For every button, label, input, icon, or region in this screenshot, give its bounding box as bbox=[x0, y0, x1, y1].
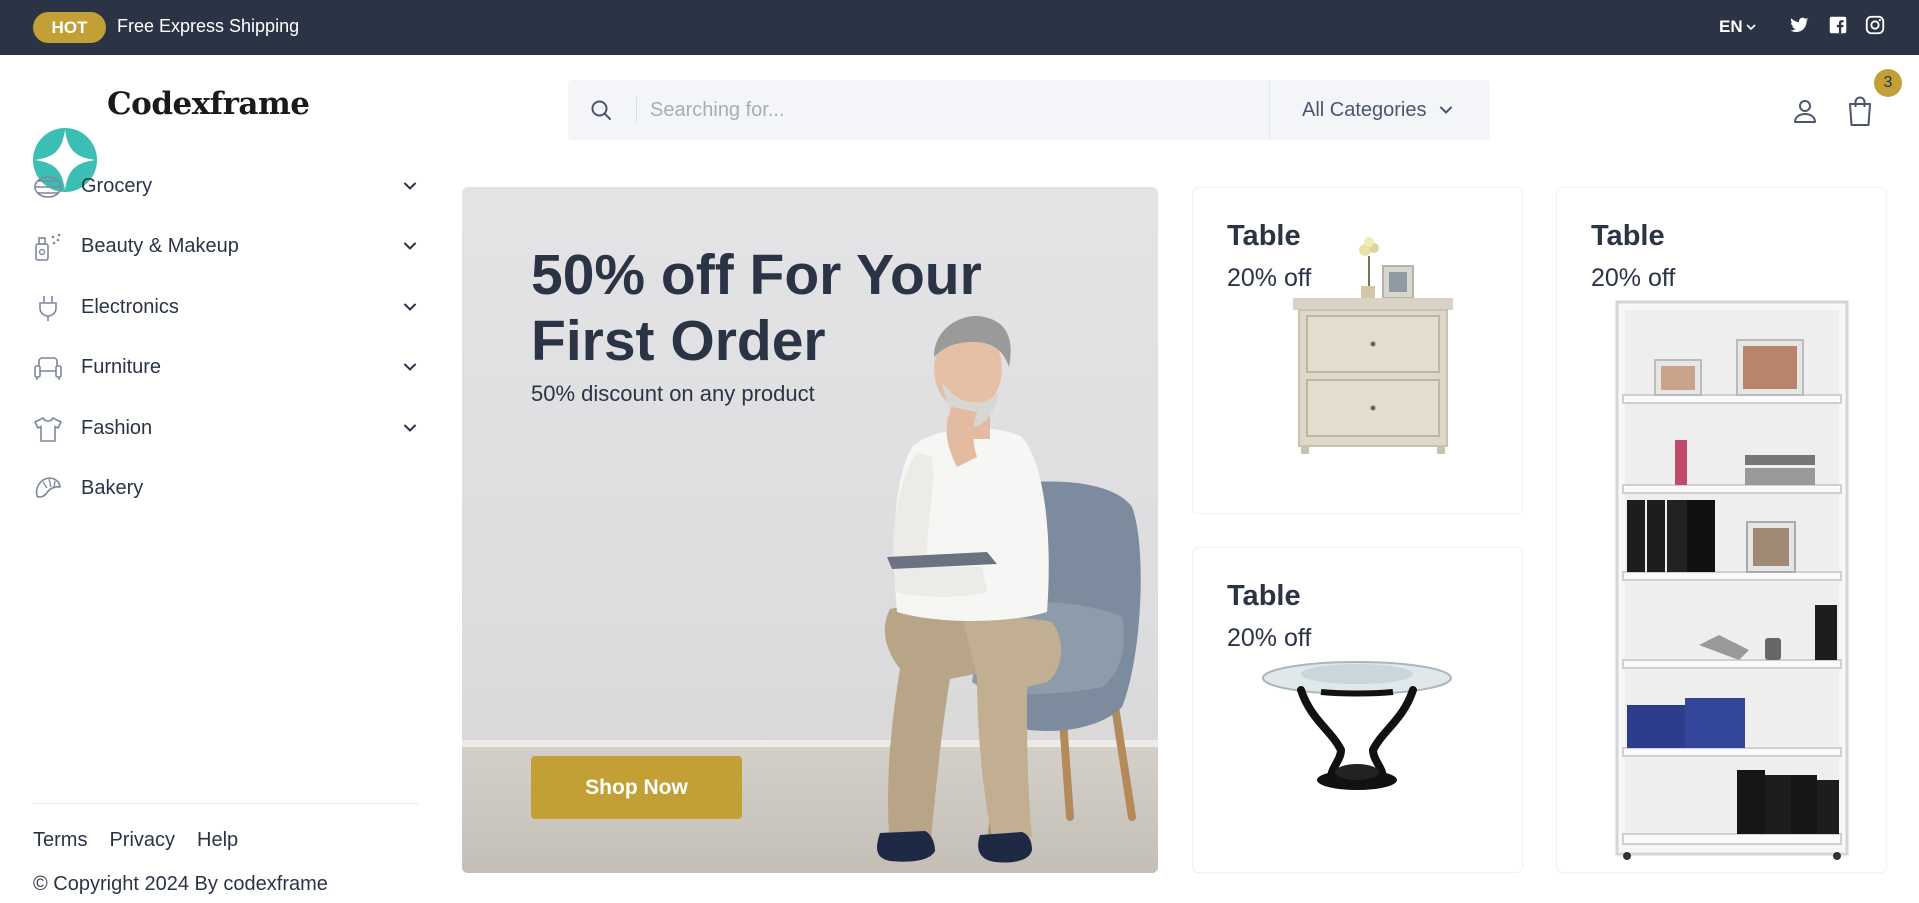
sidebar-divider bbox=[33, 803, 418, 804]
promo-card-bookshelf[interactable]: Table 20% off bbox=[1556, 187, 1887, 873]
chevron-down-icon[interactable] bbox=[402, 299, 418, 315]
card-subtitle: 20% off bbox=[1227, 624, 1312, 652]
copyright-text: © Copyright 2024 By codexframe bbox=[33, 873, 328, 895]
search-bar: All Categories bbox=[568, 80, 1490, 140]
sidebar-item-label: Electronics bbox=[81, 296, 179, 318]
search-icon[interactable] bbox=[589, 98, 613, 122]
chevron-down-icon[interactable] bbox=[402, 238, 418, 254]
top-bar: HOT Free Express Shipping EN bbox=[0, 0, 1919, 55]
grocery-icon bbox=[34, 176, 62, 198]
category-select-label: All Categories bbox=[1302, 98, 1427, 121]
croissant-icon bbox=[35, 477, 61, 498]
privacy-link[interactable]: Privacy bbox=[109, 829, 175, 852]
header: Codexframe All Categories 3 bbox=[0, 55, 1919, 192]
glass-table-image bbox=[1262, 661, 1452, 790]
sidebar-item-label: Beauty & Makeup bbox=[81, 235, 239, 257]
card-subtitle: 20% off bbox=[1591, 264, 1676, 292]
plug-icon bbox=[39, 296, 57, 321]
promo-text: Free Express Shipping bbox=[117, 16, 300, 36]
sidebar-item-label: Bakery bbox=[81, 477, 144, 499]
beauty-icon bbox=[35, 233, 61, 261]
sidebar-item-electronics[interactable]: Electronics bbox=[33, 287, 418, 327]
chevron-down-icon[interactable] bbox=[402, 178, 418, 194]
chevron-down-icon bbox=[1439, 106, 1452, 114]
user-icon[interactable] bbox=[1791, 97, 1819, 125]
sidebar-item-bakery[interactable]: Bakery bbox=[33, 468, 418, 508]
promo-card-nightstand[interactable]: Table 20% off bbox=[1192, 187, 1523, 514]
chevron-down-icon[interactable] bbox=[402, 359, 418, 375]
tshirt-icon bbox=[34, 417, 62, 442]
logo-text[interactable]: Codexframe bbox=[107, 86, 310, 122]
shopping-bag-icon[interactable] bbox=[1846, 95, 1874, 127]
shop-now-button[interactable]: Shop Now bbox=[531, 756, 742, 819]
language-selector[interactable]: EN bbox=[1719, 17, 1756, 37]
sidebar-item-furniture[interactable]: Furniture bbox=[33, 347, 418, 387]
sidebar-item-grocery[interactable]: Grocery bbox=[33, 166, 418, 206]
cart-count-badge: 3 bbox=[1874, 69, 1902, 97]
search-input[interactable] bbox=[650, 80, 1190, 140]
bookshelf-image bbox=[1615, 300, 1849, 860]
hero-title: 50% off For Your First Order bbox=[531, 243, 982, 373]
sidebar-item-beauty[interactable]: Beauty & Makeup bbox=[33, 226, 418, 266]
sidebar-item-fashion[interactable]: Fashion bbox=[33, 408, 418, 448]
card-title: Table bbox=[1591, 220, 1665, 252]
sofa-icon bbox=[34, 357, 62, 380]
language-label: EN bbox=[1719, 17, 1743, 36]
sidebar-item-label: Grocery bbox=[81, 175, 153, 197]
man-in-chair-image bbox=[877, 316, 1141, 863]
twitter-icon[interactable] bbox=[1788, 14, 1810, 36]
hero-subtitle: 50% discount on any product bbox=[531, 381, 815, 406]
category-select[interactable]: All Categories bbox=[1269, 80, 1490, 140]
promo-card-glass-table[interactable]: Table 20% off bbox=[1192, 547, 1523, 873]
search-divider bbox=[636, 97, 637, 123]
footer-links: Terms Privacy Help bbox=[33, 829, 238, 852]
nightstand-image bbox=[1293, 237, 1453, 454]
help-link[interactable]: Help bbox=[197, 829, 238, 852]
card-title: Table bbox=[1227, 580, 1301, 612]
hero-banner: 50% off For Your First Order 50% discoun… bbox=[462, 187, 1158, 873]
instagram-icon[interactable] bbox=[1864, 14, 1886, 36]
chevron-down-icon[interactable] bbox=[402, 420, 418, 436]
chevron-down-icon bbox=[1746, 24, 1756, 31]
hot-badge: HOT bbox=[33, 12, 106, 43]
terms-link[interactable]: Terms bbox=[33, 829, 87, 852]
sidebar-item-label: Fashion bbox=[81, 417, 153, 439]
sidebar-item-label: Furniture bbox=[81, 356, 162, 378]
facebook-icon[interactable] bbox=[1827, 14, 1849, 36]
